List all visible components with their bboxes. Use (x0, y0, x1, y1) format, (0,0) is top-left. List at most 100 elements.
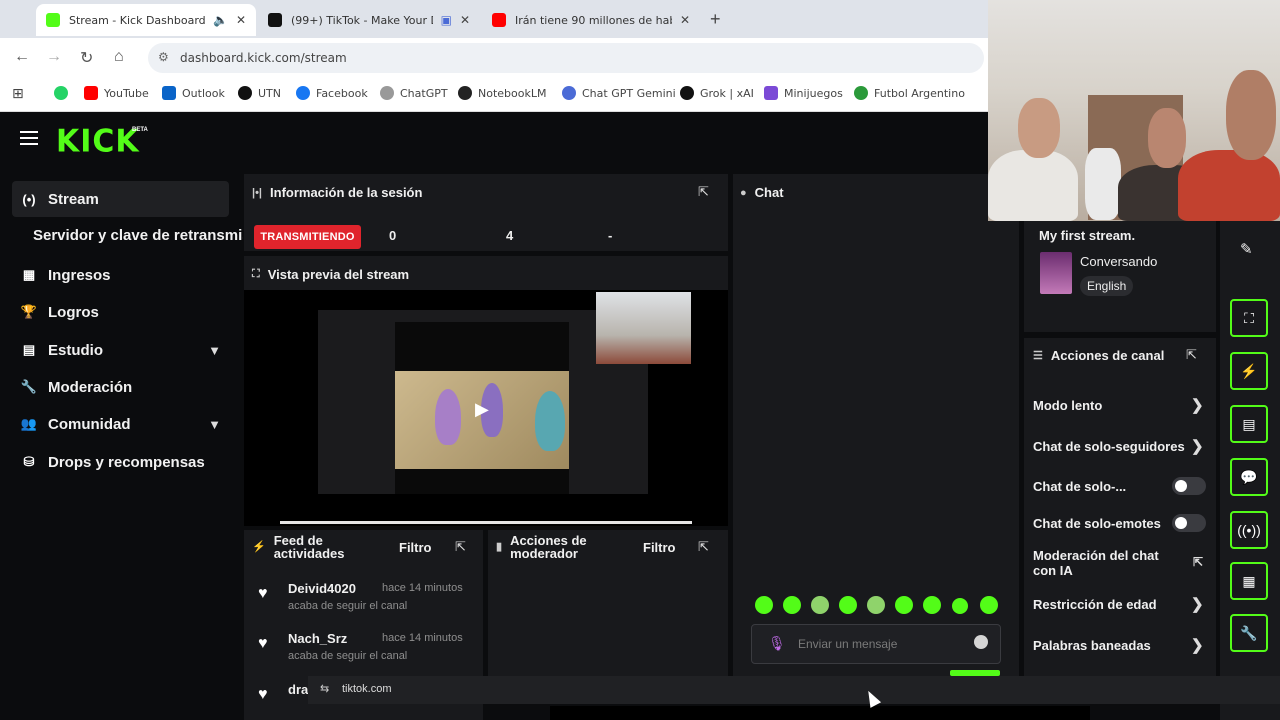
shield-icon: ▮ (496, 540, 503, 553)
forward-icon[interactable]: → (46, 48, 62, 66)
emote-icon[interactable] (952, 598, 968, 614)
bookmark-whatsapp[interactable] (54, 86, 74, 100)
preview-webcam-overlay (596, 292, 691, 364)
close-tab-icon[interactable]: ✕ (236, 13, 246, 27)
feed-action: acaba de seguir el canal (288, 600, 408, 612)
reload-icon[interactable]: ↻ (80, 48, 93, 68)
popout-icon[interactable]: ⇱ (698, 539, 709, 555)
emote-icon[interactable] (895, 596, 913, 614)
send-button[interactable] (950, 670, 1000, 676)
play-icon: ▶ (475, 399, 489, 419)
whatsapp-icon (54, 86, 68, 100)
sidebar-item-stream[interactable]: (•) Stream (12, 181, 229, 217)
channel-actions-header: ☰ Acciones de canal (1033, 348, 1164, 363)
ai-moderation-row[interactable]: Moderación del chat con IA ⇱ (1033, 548, 1203, 578)
close-tab-icon[interactable]: ✕ (680, 13, 690, 27)
heart-icon: ♥ (258, 635, 268, 652)
emote-icon[interactable] (811, 596, 829, 614)
url-input[interactable]: ⚙ dashboard.kick.com/stream (148, 43, 984, 73)
microphone-icon[interactable]: 🎙 (768, 635, 786, 652)
fullscreen-icon[interactable]: ⛶ (1230, 299, 1268, 337)
notebooklm-icon (458, 86, 472, 100)
beta-label: BETA (132, 127, 148, 133)
close-tab-icon[interactable]: ✕ (460, 13, 470, 27)
emote-icon[interactable] (867, 596, 885, 614)
site-settings-icon[interactable]: ⚙ (158, 50, 169, 64)
chat-message-input[interactable]: 🎙 Enviar un mensaje (751, 624, 1001, 664)
sidebar-item-label: Estudio (48, 341, 103, 359)
bookmark-label: Grok | xAI (700, 86, 754, 100)
bookmark-chatgpt[interactable]: ChatGPT (380, 86, 448, 100)
bookmark-grok[interactable]: Grok | xAI (680, 86, 754, 100)
bookmark-label: Facebook (316, 86, 368, 100)
apps-grid-icon[interactable]: ⊞ (12, 86, 24, 102)
bookmark-minijuegos[interactable]: Minijuegos (764, 86, 843, 100)
emote-icon[interactable] (923, 596, 941, 614)
emote-icon[interactable] (980, 596, 998, 614)
broadcast-icon[interactable]: ((•)) (1230, 511, 1268, 549)
banned-words-row[interactable]: Palabras baneadas ❯ (1033, 638, 1213, 653)
sidebar-item-ingresos[interactable]: ▦ Ingresos (12, 257, 229, 293)
feed-username[interactable]: Nach_Srz (288, 631, 347, 646)
wrench-icon[interactable]: 🔧 (1230, 614, 1268, 652)
popout-icon[interactable]: ⇱ (1193, 555, 1203, 570)
emote-icon[interactable] (839, 596, 857, 614)
feed-username[interactable]: Deivid4020 (288, 581, 356, 596)
feed-filter-button[interactable]: Filtro (399, 540, 432, 555)
popout-icon[interactable]: ⇱ (698, 184, 709, 200)
bookmark-utn[interactable]: UTN (238, 86, 281, 100)
session-stat-value: - (608, 228, 613, 243)
sidebar-item-moderacion[interactable]: 🔧 Moderación (12, 369, 229, 405)
tab-title: Stream - Kick Dashboard (69, 13, 206, 27)
category-thumbnail[interactable] (1040, 252, 1072, 294)
sidebar-item-drops[interactable]: ⛁ Drops y recompensas (12, 444, 229, 480)
kick-logo[interactable]: KICK (56, 123, 140, 160)
bookmark-gemini[interactable]: Chat GPT Gemini (562, 86, 676, 100)
swap-icon: ⇆ (320, 683, 330, 695)
speaker-icon[interactable]: 🔈 (213, 13, 228, 27)
edit-icon[interactable]: ✎ (1240, 240, 1253, 258)
followers-only-row[interactable]: Chat de solo-seguidores ❯ (1033, 439, 1213, 454)
wrench-icon: 🔧 (20, 379, 38, 394)
popout-icon[interactable]: ⇱ (1186, 347, 1197, 363)
emote-icon[interactable] (755, 596, 773, 614)
bookmark-notebooklm[interactable]: NotebookLM (458, 86, 546, 100)
emoji-icon[interactable] (974, 635, 988, 649)
slow-mode-row[interactable]: Modo lento ❯ (1033, 398, 1213, 413)
webcam-person (988, 150, 1078, 221)
category-label[interactable]: Conversando (1080, 254, 1157, 269)
subscribers-only-toggle[interactable] (1172, 477, 1206, 495)
chat-icon[interactable]: 💬 (1230, 458, 1268, 496)
mod-filter-button[interactable]: Filtro (643, 540, 676, 555)
new-tab-button[interactable]: + (710, 9, 721, 30)
menu-icon[interactable] (20, 131, 38, 145)
sidebar-item-estudio[interactable]: ▤ Estudio ▼ (12, 332, 229, 368)
note-icon[interactable]: ▤ (1230, 405, 1268, 443)
age-restriction-row[interactable]: Restricción de edad ❯ (1033, 597, 1213, 612)
cast-icon[interactable]: ▣ (441, 13, 452, 27)
sidebar-subitem-stream-key[interactable]: Servidor y clave de retransmisión (33, 227, 243, 244)
emote-icon[interactable] (783, 596, 801, 614)
bolt-icon[interactable]: ⚡ (1230, 352, 1268, 390)
emotes-only-toggle[interactable] (1172, 514, 1206, 532)
browser-tab-bar: Stream - Kick Dashboard 🔈 ✕ (99+) TikTok… (0, 0, 988, 38)
popout-icon[interactable]: ⇱ (455, 539, 466, 555)
browser-tab-youtube[interactable]: Irán tiene 90 millones de habi ✕ (482, 4, 700, 36)
bookmark-facebook[interactable]: Facebook (296, 86, 368, 100)
sidebar-item-label: Drops y recompensas (48, 453, 205, 471)
bookmarks-bar: ⊞ YouTube Outlook UTN Facebook ChatGPT N… (0, 78, 988, 112)
browser-tab-kick[interactable]: Stream - Kick Dashboard 🔈 ✕ (36, 4, 256, 36)
bookmark-youtube[interactable]: YouTube (84, 86, 149, 100)
sidebar-item-logros[interactable]: 🏆 Logros (12, 294, 229, 330)
home-icon[interactable]: ⌂ (114, 48, 124, 66)
raid-icon[interactable]: ▦ (1230, 562, 1268, 600)
bookmark-futbol[interactable]: Futbol Argentino (854, 86, 965, 100)
trophy-icon: 🏆 (20, 304, 38, 319)
sidebar-item-comunidad[interactable]: 👥 Comunidad ▼ (12, 406, 229, 442)
back-icon[interactable]: ← (14, 48, 30, 66)
language-tag: English (1080, 276, 1134, 296)
browser-tab-tiktok[interactable]: (99+) TikTok - Make Your D ▣ ✕ (258, 4, 480, 36)
chat-header: ● Chat (740, 185, 784, 200)
bookmark-outlook[interactable]: Outlook (162, 86, 225, 100)
feed-username[interactable]: dra (288, 682, 308, 697)
